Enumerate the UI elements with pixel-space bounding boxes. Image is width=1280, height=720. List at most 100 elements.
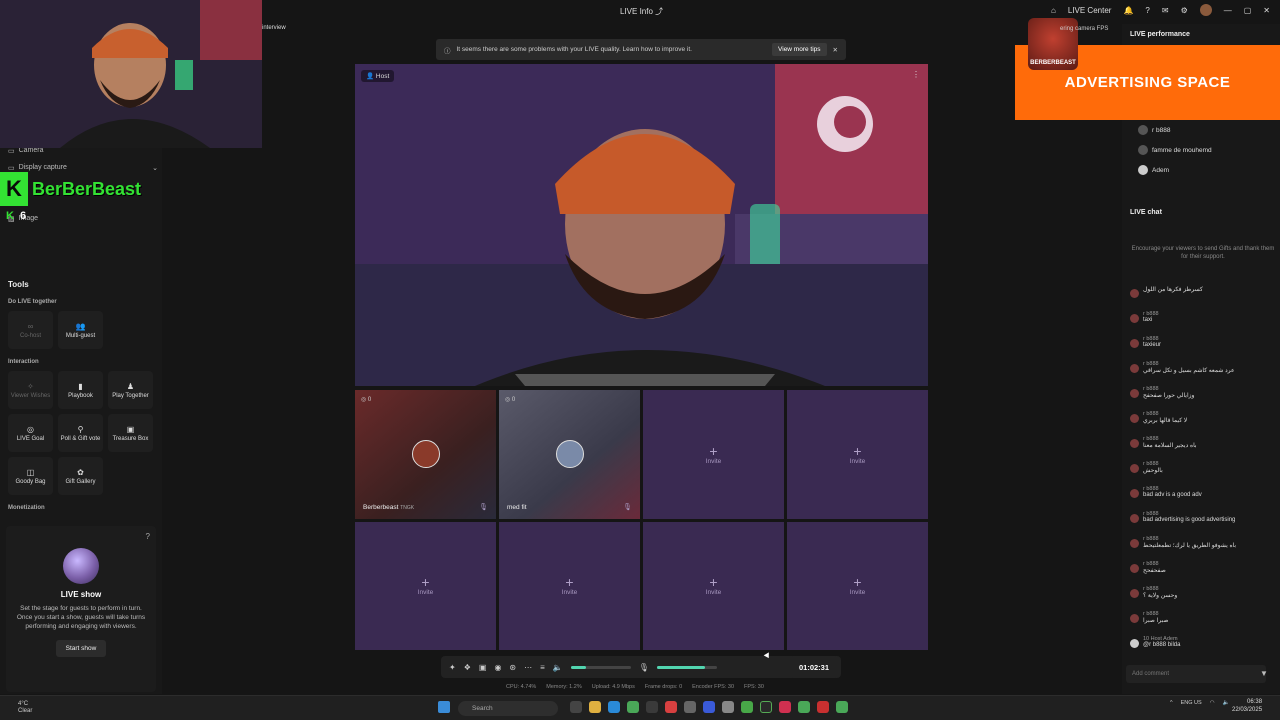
tool-play-together[interactable]: ♟ Play Together (108, 371, 153, 409)
wifi-icon[interactable]: ◠ (1210, 700, 1215, 706)
terminal-icon[interactable] (760, 701, 772, 713)
chat-message[interactable]: r b888 عرد شمعه كاشم بسيل و تكل سراقي (1130, 361, 1276, 386)
avatar (1130, 564, 1139, 573)
windows-start-icon[interactable] (438, 701, 450, 713)
app-icon[interactable] (722, 701, 734, 713)
tool-treasure-box[interactable]: ▣ Treasure Box (108, 414, 153, 452)
app-icon[interactable] (741, 701, 753, 713)
chat-message-body: r b888 taxi (1143, 311, 1159, 323)
chat-message[interactable]: r b888 taxi (1130, 311, 1276, 336)
share-icon[interactable]: ⤴ (655, 6, 663, 17)
filters-icon[interactable]: ❖ (464, 663, 471, 672)
cohost-icon: ∞ (27, 321, 34, 331)
help-circle-icon[interactable]: ? (146, 532, 150, 541)
chat-message[interactable]: r b888 باه ديجير السلامة معنا (1130, 436, 1276, 461)
chat-message[interactable]: r b888 صبرا صبرا (1130, 611, 1276, 636)
bell-icon[interactable]: 🔔 (1123, 6, 1133, 15)
tool-live-goal[interactable]: ◎ LIVE Goal (8, 414, 53, 452)
invite-slot[interactable]: + Invite (787, 521, 928, 650)
invite-slot[interactable]: + Invite (355, 521, 496, 650)
invite-slot[interactable]: + Invite (643, 521, 784, 650)
chat-message[interactable]: r b888 باه يشوفو الطريق يا لرك؛ تطمعلتيحط (1130, 536, 1276, 561)
mic-icon[interactable]: 🎙 (623, 503, 632, 511)
volume-icon[interactable]: 🔈 (1223, 700, 1230, 706)
maximize-icon[interactable]: ▢ (1244, 6, 1252, 15)
volume-slider[interactable] (570, 665, 631, 669)
filter-icon[interactable]: ▼ (1260, 669, 1268, 678)
start-show-button[interactable]: Start show (55, 640, 107, 658)
home-icon[interactable]: ⌂ (1051, 6, 1056, 15)
invite-slot[interactable]: + Invite (499, 521, 640, 650)
chat-message[interactable]: 10 Host Adem @r b888 bilda (1130, 636, 1276, 661)
chevron-down-icon[interactable]: ⌄ (152, 164, 158, 172)
adjust-icon[interactable]: ≡ (540, 663, 545, 672)
chat-message[interactable]: r b888 صفحفحح (1130, 561, 1276, 586)
system-clock[interactable]: 06:38 22/03/2025 (1232, 699, 1262, 715)
guest-slot-berberbeast[interactable]: ◎ 0 Berberbeast TNGK 🎙 (355, 390, 496, 519)
chrome-icon[interactable] (627, 701, 639, 713)
folder-icon[interactable] (589, 701, 601, 713)
invite-slot[interactable]: + Invite (643, 390, 784, 519)
avatar[interactable] (1199, 4, 1212, 16)
chat-text: bad advertising is good advertising (1143, 517, 1236, 523)
tray-chevron-icon[interactable]: ^ (1170, 700, 1173, 706)
chat-message[interactable]: r b888 bad advertising is good advertisin… (1130, 511, 1276, 536)
chat-message[interactable]: r b888 taxieur (1130, 336, 1276, 361)
view-more-tips-button[interactable]: View more tips (772, 43, 827, 56)
source-image[interactable]: ▨ Image (8, 210, 158, 227)
app-icon[interactable] (817, 701, 829, 713)
clip-icon[interactable]: ⊛ (509, 663, 516, 672)
microphone-icon[interactable]: 🎙 (639, 663, 649, 672)
app-icon[interactable] (703, 701, 715, 713)
viewer-item[interactable]: r b888 (1138, 125, 1170, 135)
chat-message[interactable]: r b888 بالوحش (1130, 461, 1276, 486)
chat-message-body: 10 Host Adem @r b888 bilda (1143, 636, 1180, 648)
more-horizontal-icon[interactable]: ⋯ (524, 663, 532, 672)
chat-message[interactable]: r b888 bad adv is a good adv (1130, 486, 1276, 511)
viewer-item[interactable]: famme de mouhemd (1138, 145, 1212, 155)
effects-icon[interactable]: ✦ (449, 663, 456, 672)
invite-slot[interactable]: + Invite (787, 390, 928, 519)
app-icon[interactable] (646, 701, 658, 713)
file-explorer-icon[interactable] (570, 701, 582, 713)
chat-message[interactable]: كسرطز فكرها من اللول (1130, 286, 1276, 311)
weather-widget[interactable]: 4°C Clear (18, 701, 32, 715)
tool-gift-gallery[interactable]: ✿ Gift Gallery (58, 457, 103, 495)
guest-slot-med-fit[interactable]: ◎ 0 med fit 🎙 (499, 390, 640, 519)
tool-goody-bag[interactable]: ◫ Goody Bag (8, 457, 53, 495)
taskbar-search[interactable]: Search (458, 701, 558, 716)
minimize-icon[interactable]: — (1224, 6, 1232, 15)
help-icon[interactable]: ? (1145, 6, 1149, 15)
chrome-icon[interactable] (836, 701, 848, 713)
settings-icon[interactable]: ⚙ (1181, 6, 1188, 15)
tool-co-host[interactable]: ∞ Co-host (8, 311, 53, 349)
chat-message-body: r b888 بالوحش (1143, 461, 1163, 474)
tool-multi-guest[interactable]: 👥 Multi-guest (58, 311, 103, 349)
viewer-item[interactable]: Adem (1138, 165, 1169, 175)
chat-message[interactable]: r b888 وحسن ولاية ؟ (1130, 586, 1276, 611)
chat-message[interactable]: r b888 لا كيما قالها بربري (1130, 411, 1276, 436)
chrome-icon[interactable] (798, 701, 810, 713)
live-center-button[interactable]: LIVE Center (1068, 6, 1112, 15)
chat-bubble-icon[interactable]: ✉ (1162, 6, 1169, 15)
close-icon[interactable]: ✕ (1263, 6, 1270, 15)
record-icon[interactable]: ◉ (494, 663, 501, 672)
edge-icon[interactable] (608, 701, 620, 713)
layout-icon[interactable]: ▣ (479, 663, 487, 672)
close-icon[interactable]: ✕ (833, 46, 838, 54)
chat-message[interactable]: r b888 وزايالي حورا صفحفح (1130, 386, 1276, 411)
speaker-icon[interactable]: 🔈 (553, 663, 563, 672)
more-vertical-icon[interactable]: ⋮ (912, 70, 920, 79)
tiktok-live-icon[interactable] (779, 701, 791, 713)
app-icon[interactable] (684, 701, 696, 713)
live-info-title[interactable]: LIVE Info ⤴ (620, 6, 663, 17)
tool-poll-gift-vote[interactable]: ⚲ Poll & Gift vote (58, 414, 103, 452)
mic-icon[interactable]: 🎙 (479, 503, 488, 511)
tool-playbook[interactable]: ▮ Playbook (58, 371, 103, 409)
language-indicator[interactable]: ENG US (1181, 700, 1202, 706)
chat-input[interactable]: Add comment (1126, 665, 1266, 683)
app-icon[interactable] (665, 701, 677, 713)
tool-viewer-wishes[interactable]: ✧ Viewer Wishes (8, 371, 53, 409)
host-badge: 👤 Host (361, 70, 395, 82)
mic-slider[interactable] (656, 665, 717, 669)
